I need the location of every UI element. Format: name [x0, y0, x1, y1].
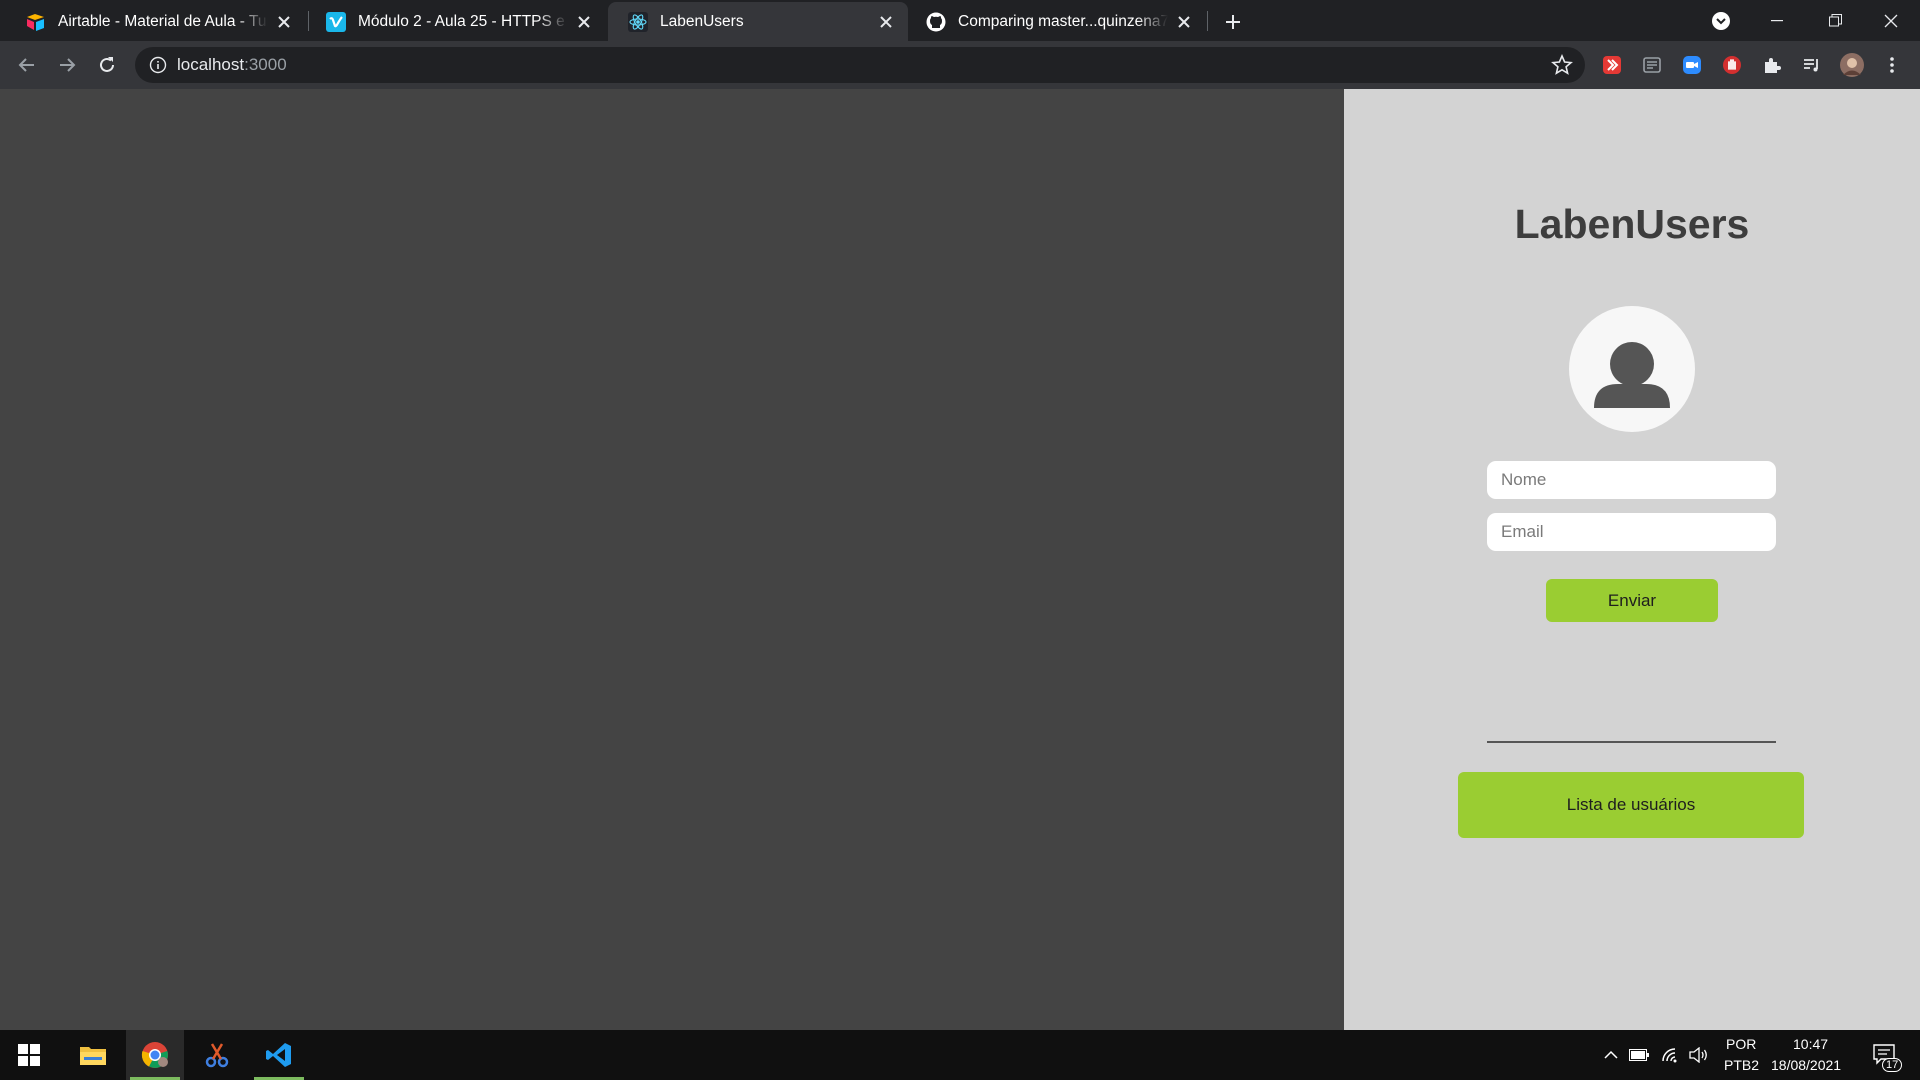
tab-title: LabenUsers	[660, 12, 744, 30]
vimeo-icon	[326, 11, 346, 32]
user-avatar-icon	[1569, 306, 1695, 432]
tab-search-button[interactable]	[1692, 0, 1750, 41]
clock-time[interactable]: 10:47	[1793, 1036, 1828, 1052]
tab-labenusers[interactable]: LabenUsers	[608, 2, 908, 41]
email-input[interactable]	[1487, 513, 1776, 551]
taskbar-chrome[interactable]	[126, 1030, 184, 1080]
tray-chevron-up-icon[interactable]	[1600, 1044, 1622, 1066]
browser-toolbar: localhost:3000	[0, 41, 1920, 89]
restore-button[interactable]	[1806, 0, 1864, 41]
github-icon	[926, 12, 946, 32]
close-window-button[interactable]	[1862, 0, 1920, 41]
tab-title: Comparing master...quinzena7-aula	[958, 12, 1168, 30]
close-tab-icon[interactable]	[574, 12, 594, 32]
user-list-button[interactable]: Lista de usuários	[1458, 772, 1804, 838]
new-tab-button[interactable]	[1220, 9, 1246, 35]
start-button[interactable]	[0, 1030, 58, 1080]
battery-icon[interactable]	[1628, 1044, 1650, 1066]
tab-separator	[1207, 11, 1208, 31]
close-tab-icon[interactable]	[1174, 12, 1194, 32]
extension-red-icon[interactable]	[1600, 53, 1624, 77]
volume-icon[interactable]	[1688, 1044, 1710, 1066]
name-input[interactable]	[1487, 461, 1776, 499]
scissors-icon	[205, 1043, 229, 1068]
url-host: localhost	[177, 55, 245, 74]
bookmark-star-icon[interactable]	[1551, 53, 1573, 76]
extension-reader-icon[interactable]	[1640, 53, 1664, 77]
block-hand-extension-icon[interactable]	[1720, 53, 1744, 77]
send-button[interactable]: Enviar	[1546, 579, 1718, 622]
divider	[1487, 741, 1776, 743]
profile-avatar[interactable]	[1840, 53, 1864, 77]
windows-taskbar: POR PTB2 10:47 18/08/2021 17	[0, 1030, 1920, 1080]
chrome-icon	[141, 1042, 168, 1068]
zoom-extension-icon[interactable]	[1680, 53, 1704, 77]
arrow-left-icon	[18, 58, 34, 72]
clock-date[interactable]: 18/08/2021	[1771, 1057, 1841, 1073]
back-button[interactable]	[12, 50, 42, 80]
close-tab-icon[interactable]	[876, 12, 896, 32]
browser-menu-button[interactable]	[1880, 53, 1904, 77]
page-viewport: LabenUsers Enviar Lista de usuários	[0, 89, 1920, 1030]
tab-airtable[interactable]: Airtable - Material de Aula - Turma	[6, 2, 306, 41]
plus-icon	[1226, 15, 1240, 29]
forward-button[interactable]	[52, 50, 82, 80]
tab-vimeo-lesson[interactable]: Módulo 2 - Aula 25 - HTTPS e Postman	[306, 2, 606, 41]
vscode-icon	[266, 1043, 291, 1067]
tab-github-compare[interactable]: Comparing master...quinzena7-aula	[906, 2, 1206, 41]
browser-tab-strip: Airtable - Material de Aula - Turma Módu…	[0, 0, 1920, 41]
arrow-right-icon	[60, 58, 76, 72]
close-icon	[1884, 14, 1898, 27]
minimize-button[interactable]	[1748, 0, 1806, 41]
tab-title: Airtable - Material de Aula - Turma	[58, 12, 268, 30]
input-language[interactable]: POR	[1726, 1036, 1756, 1052]
keyboard-layout[interactable]: PTB2	[1724, 1057, 1759, 1073]
taskbar-vscode[interactable]	[250, 1030, 308, 1080]
reload-button[interactable]	[92, 50, 122, 80]
windows-logo-icon	[18, 1044, 40, 1066]
left-empty-pane	[0, 89, 1344, 1030]
tab-search-icon	[1712, 11, 1730, 30]
media-queue-icon[interactable]	[1800, 53, 1824, 77]
close-tab-icon[interactable]	[274, 12, 294, 32]
folder-icon	[80, 1047, 106, 1065]
react-icon	[628, 11, 648, 32]
registration-panel: LabenUsers Enviar Lista de usuários	[1344, 89, 1920, 1030]
app-title: LabenUsers	[1514, 201, 1750, 247]
restore-icon	[1828, 14, 1842, 27]
notification-count-badge: 17	[1882, 1058, 1903, 1072]
extensions-puzzle-icon[interactable]	[1760, 53, 1784, 77]
url-text: localhost:3000	[177, 55, 287, 75]
taskbar-snipping-tool[interactable]	[188, 1030, 246, 1080]
kebab-menu-icon	[1890, 57, 1894, 73]
taskbar-file-explorer[interactable]	[64, 1030, 122, 1080]
airtable-icon	[26, 12, 46, 32]
minimize-icon	[1771, 19, 1783, 21]
url-port: :3000	[244, 55, 287, 74]
tab-title: Módulo 2 - Aula 25 - HTTPS e Postman	[358, 12, 568, 30]
address-bar[interactable]: localhost:3000	[135, 47, 1585, 83]
site-info-icon[interactable]	[149, 56, 167, 74]
wifi-icon[interactable]	[1660, 1044, 1682, 1066]
reload-icon	[100, 57, 114, 72]
